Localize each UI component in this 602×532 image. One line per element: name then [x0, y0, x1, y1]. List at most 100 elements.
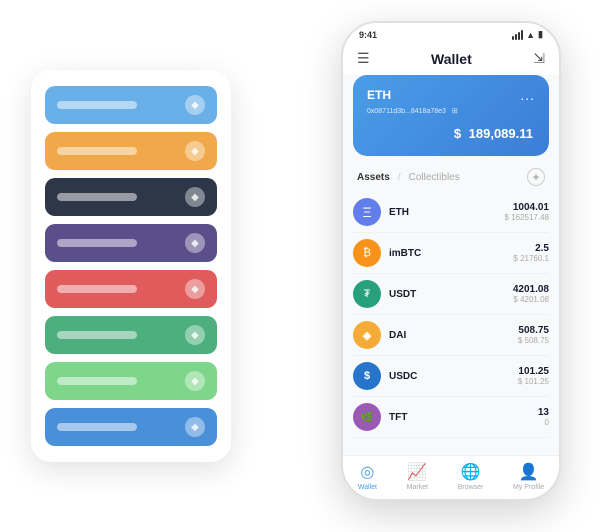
wifi-icon: ▲: [526, 30, 535, 40]
phone: 9:41 ▲ ▮ ☰ Wallet ⇲ ETH ...: [341, 21, 561, 501]
asset-item-dai[interactable]: ◈ DAI 508.75 $ 508.75: [353, 315, 549, 356]
balance-symbol: $: [454, 126, 461, 141]
card-item-4[interactable]: ◆: [45, 270, 217, 308]
profile-nav-label: My Profile: [513, 484, 544, 491]
tab-assets[interactable]: Assets: [357, 172, 390, 183]
card-label-2: [57, 193, 137, 201]
card-icon-1: ◆: [185, 141, 205, 161]
page-title: Wallet: [431, 51, 472, 67]
asset-item-usdc[interactable]: $ USDC 101.25 $ 101.25: [353, 356, 549, 397]
status-bar: 9:41 ▲ ▮: [343, 23, 559, 44]
asset-values-dai: 508.75 $ 508.75: [518, 325, 549, 345]
asset-values-tft: 13 0: [538, 407, 549, 427]
imbtc-amount: 2.5: [513, 243, 549, 254]
battery-icon: ▮: [538, 29, 543, 40]
asset-name-usdc: USDC: [389, 371, 518, 382]
card-icon-7: ◆: [185, 417, 205, 437]
dai-amount: 508.75: [518, 325, 549, 336]
bottom-nav: ◎ Wallet 📈 Market 🌐 Browser 👤 My Profile: [343, 455, 559, 499]
nav-browser[interactable]: 🌐 Browser: [458, 462, 484, 491]
card-icon-3: ◆: [185, 233, 205, 253]
card-item-1[interactable]: ◆: [45, 132, 217, 170]
dai-icon: ◈: [353, 321, 381, 349]
asset-item-usdt[interactable]: ₮ USDT 4201.08 $ 4201.08: [353, 274, 549, 315]
asset-name-eth: ETH: [389, 207, 505, 218]
card-icon-6: ◆: [185, 371, 205, 391]
eth-card[interactable]: ETH ... 0x08711d3b...8418a78e3 ⊞ $ 189,0…: [353, 75, 549, 156]
assets-header: Assets / Collectibles +: [343, 164, 559, 192]
asset-name-imbtc: imBTC: [389, 248, 513, 259]
card-label-7: [57, 423, 137, 431]
usdc-usd: $ 101.25: [518, 377, 549, 386]
dai-usd: $ 508.75: [518, 336, 549, 345]
card-item-5[interactable]: ◆: [45, 316, 217, 354]
asset-item-imbtc[interactable]: ₿ imBTC 2.5 $ 21760.1: [353, 233, 549, 274]
usdc-icon: $: [353, 362, 381, 390]
asset-name-tft: TFT: [389, 412, 538, 423]
card-item-2[interactable]: ◆: [45, 178, 217, 216]
copy-icon[interactable]: ⊞: [452, 108, 458, 115]
signal-icon: [512, 30, 523, 40]
scene: ◆ ◆ ◆ ◆ ◆ ◆ ◆ ◆ 9:41: [11, 11, 591, 521]
nav-profile[interactable]: 👤 My Profile: [513, 462, 544, 491]
card-label-4: [57, 285, 137, 293]
wallet-nav-label: Wallet: [358, 484, 377, 491]
eth-icon: Ξ: [353, 198, 381, 226]
card-label-5: [57, 331, 137, 339]
eth-balance: $ 189,089.11: [367, 121, 535, 144]
add-asset-button[interactable]: +: [527, 168, 545, 186]
card-label-6: [57, 377, 137, 385]
card-stack: ◆ ◆ ◆ ◆ ◆ ◆ ◆ ◆: [31, 70, 231, 462]
status-time: 9:41: [359, 30, 377, 40]
imbtc-icon: ₿: [353, 239, 381, 267]
nav-market[interactable]: 📈 Market: [407, 462, 428, 491]
menu-icon[interactable]: ☰: [357, 50, 370, 67]
asset-list: Ξ ETH 1004.01 $ 162517.48 ₿ imBTC 2.5 $ …: [343, 192, 559, 455]
eth-amount: 1004.01: [505, 202, 550, 213]
asset-item-tft[interactable]: 🌿 TFT 13 0: [353, 397, 549, 438]
asset-values-usdt: 4201.08 $ 4201.08: [513, 284, 549, 304]
eth-card-more[interactable]: ...: [520, 87, 535, 103]
asset-values-usdc: 101.25 $ 101.25: [518, 366, 549, 386]
card-label-0: [57, 101, 137, 109]
asset-values-eth: 1004.01 $ 162517.48: [505, 202, 550, 222]
status-icons: ▲ ▮: [512, 29, 543, 40]
tab-collectibles[interactable]: Collectibles: [409, 172, 460, 183]
usdt-icon: ₮: [353, 280, 381, 308]
balance-amount: 189,089.11: [469, 126, 533, 141]
eth-card-label: ETH: [367, 88, 391, 102]
card-label-3: [57, 239, 137, 247]
profile-nav-icon: 👤: [519, 462, 539, 482]
tft-amount: 13: [538, 407, 549, 418]
card-label-1: [57, 147, 137, 155]
asset-item-eth[interactable]: Ξ ETH 1004.01 $ 162517.48: [353, 192, 549, 233]
usdt-amount: 4201.08: [513, 284, 549, 295]
asset-name-usdt: USDT: [389, 289, 513, 300]
market-nav-icon: 📈: [407, 462, 427, 482]
expand-icon[interactable]: ⇲: [533, 50, 545, 67]
card-item-3[interactable]: ◆: [45, 224, 217, 262]
card-item-7[interactable]: ◆: [45, 408, 217, 446]
tft-icon: 🌿: [353, 403, 381, 431]
eth-card-header: ETH ...: [367, 87, 535, 103]
wallet-nav-icon: ◎: [360, 462, 374, 482]
asset-name-dai: DAI: [389, 330, 518, 341]
card-icon-4: ◆: [185, 279, 205, 299]
tft-usd: 0: [538, 418, 549, 427]
card-item-6[interactable]: ◆: [45, 362, 217, 400]
usdt-usd: $ 4201.08: [513, 295, 549, 304]
usdc-amount: 101.25: [518, 366, 549, 377]
card-icon-0: ◆: [185, 95, 205, 115]
nav-wallet[interactable]: ◎ Wallet: [358, 462, 377, 491]
browser-nav-icon: 🌐: [461, 462, 481, 482]
card-icon-5: ◆: [185, 325, 205, 345]
tab-separator: /: [398, 172, 401, 183]
eth-usd: $ 162517.48: [505, 213, 550, 222]
asset-values-imbtc: 2.5 $ 21760.1: [513, 243, 549, 263]
assets-tabs: Assets / Collectibles: [357, 172, 460, 183]
phone-header: ☰ Wallet ⇲: [343, 44, 559, 75]
imbtc-usd: $ 21760.1: [513, 254, 549, 263]
eth-address: 0x08711d3b...8418a78e3 ⊞: [367, 107, 535, 115]
market-nav-label: Market: [407, 484, 428, 491]
card-item-0[interactable]: ◆: [45, 86, 217, 124]
